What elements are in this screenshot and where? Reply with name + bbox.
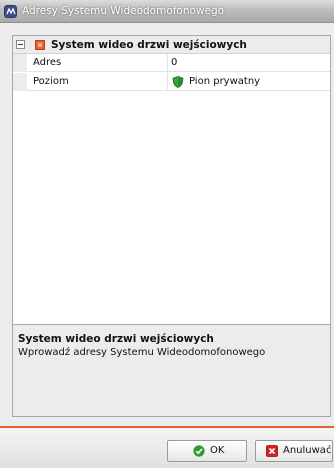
cancel-button[interactable]: Anuluwać [255, 440, 333, 462]
category-row[interactable]: System wideo drzwi wejściowych [13, 36, 330, 54]
category-title: System wideo drzwi wejściowych [51, 39, 247, 51]
property-name: Adres [33, 57, 62, 68]
column-divider [167, 54, 168, 72]
property-value-adres[interactable]: 0 [171, 57, 177, 68]
row-gutter [13, 54, 27, 72]
column-divider [167, 73, 168, 91]
ok-label: OK [210, 445, 225, 456]
description-text: Wprowadź adresy Systemu Wideodomofonoweg… [18, 347, 266, 358]
green-check-icon [193, 445, 205, 457]
property-grid: System wideo drzwi wejściowych Adres 0 P… [12, 35, 331, 347]
ok-button[interactable]: OK [167, 440, 247, 462]
title-bar[interactable]: Adresy Systemu Wideodomofonowego [0, 0, 334, 23]
description-panel: System wideo drzwi wejściowych Wprowadź … [12, 324, 331, 417]
cancel-label: Anuluwać [283, 445, 332, 456]
row-gutter [13, 73, 27, 91]
button-bar: OK Anuluwać [0, 428, 334, 468]
property-row-poziom[interactable]: Poziom Pion prywatny [13, 73, 330, 91]
collapse-icon[interactable] [16, 40, 25, 49]
category-icon [35, 40, 45, 50]
app-logo-icon [4, 5, 17, 18]
red-x-icon [266, 445, 278, 457]
dialog-body: System wideo drzwi wejściowych Adres 0 P… [0, 23, 334, 426]
property-name: Poziom [33, 76, 69, 87]
window-title: Adresy Systemu Wideodomofonowego [22, 5, 225, 17]
property-row-adres[interactable]: Adres 0 [13, 54, 330, 72]
property-value-poziom[interactable]: Pion prywatny [189, 76, 260, 87]
description-title: System wideo drzwi wejściowych [18, 333, 214, 345]
green-shield-icon [172, 76, 184, 88]
